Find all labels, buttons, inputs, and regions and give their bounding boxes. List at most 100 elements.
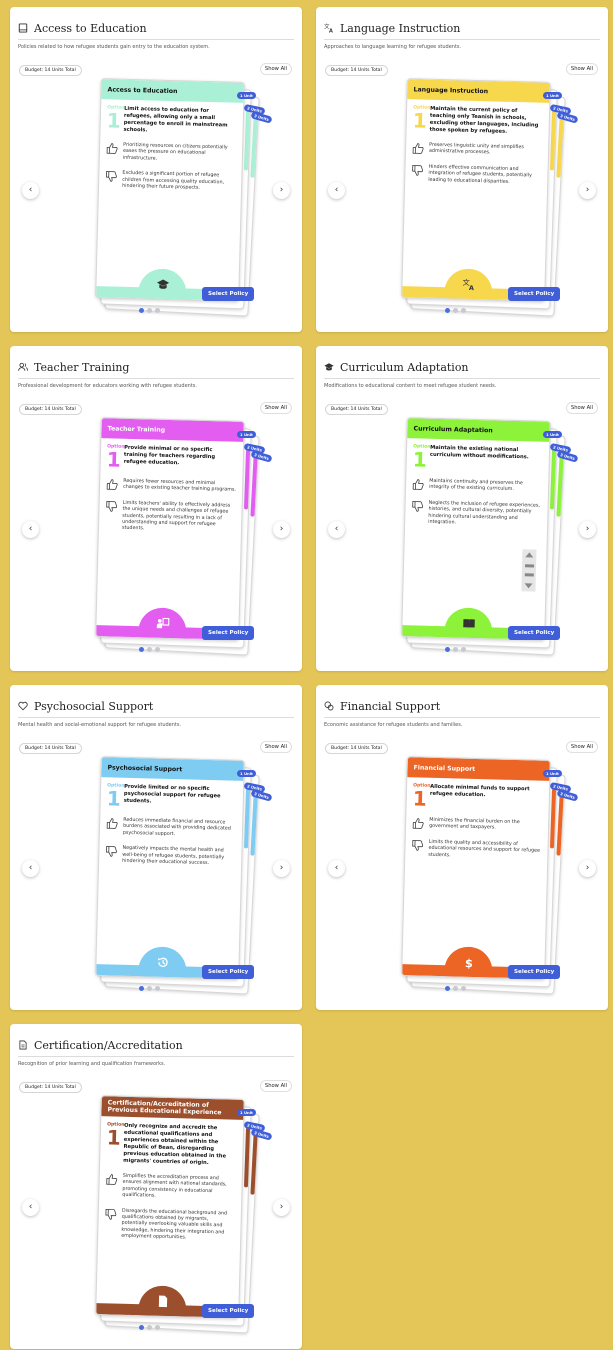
next-arrow-icon[interactable]: › [273,182,290,199]
policy-panel: 文A Language Instruction Approaches to la… [316,7,608,332]
prev-arrow-icon[interactable]: ‹ [328,860,345,877]
next-arrow-icon[interactable]: › [579,182,596,199]
policy-panel: Psychosocial Support Mental health and s… [10,685,302,1010]
carousel-dots [445,986,466,991]
show-all-button[interactable]: Show All [565,741,598,753]
scroll-thumb[interactable] [524,564,534,568]
unit-tab-1[interactable]: 1 Unit [237,431,256,438]
carousel-dot[interactable] [139,308,144,313]
svg-text:A: A [329,28,333,33]
prev-arrow-icon[interactable]: ‹ [328,182,345,199]
carousel-dot[interactable] [461,986,466,991]
next-arrow-icon[interactable]: › [579,521,596,538]
carousel-dot[interactable] [155,1325,160,1330]
select-policy-button[interactable]: Select Policy [202,965,255,979]
panel-description: Recognition of prior learning and qualif… [18,1061,166,1067]
panel-title: Access to Education [18,17,294,40]
carousel-dot[interactable] [147,647,152,652]
option-text: Maintain the existing national curriculu… [429,444,529,461]
unit-tab-1[interactable]: 1 Unit [237,92,256,99]
budget-badge: Budget: 14 Units Total [19,65,82,76]
card-stack: Psychosocial Support Option 1 Provide li… [95,755,273,995]
carousel-dot[interactable] [445,308,450,313]
carousel-dot[interactable] [461,308,466,313]
show-all-button[interactable]: Show All [565,402,598,414]
option-text: Provide minimal or no specific training … [123,444,216,467]
carousel-dot[interactable] [147,986,152,991]
carousel-dot[interactable] [147,1325,152,1330]
panel-title-text: Language Instruction [340,21,461,35]
carousel-dot[interactable] [139,647,144,652]
policy-card[interactable]: Financial Support Option 1 Allocate mini… [401,756,551,980]
show-all-button[interactable]: Show All [259,741,292,753]
unit-tab-1[interactable]: 1 Unit [237,770,256,777]
card-scrollbar[interactable] [521,549,537,592]
prev-arrow-icon[interactable]: ‹ [22,521,39,538]
prev-arrow-icon[interactable]: ‹ [328,521,345,538]
option-number: 1 [106,108,122,133]
policy-card[interactable]: Access to Education Option 1 Limit acces… [95,78,245,302]
option-number: 1 [106,447,122,472]
policy-card[interactable]: Curriculum Adaptation Option 1 Maintain … [401,417,551,641]
option-text: Allocate minimal funds to support refuge… [429,783,530,799]
carousel-dot[interactable] [147,308,152,313]
prev-arrow-icon[interactable]: ‹ [22,182,39,199]
next-arrow-icon[interactable]: › [273,860,290,877]
scroll-down-icon[interactable] [524,583,533,589]
card-header: Curriculum Adaptation [407,418,550,442]
carousel-dot[interactable] [453,986,458,991]
carousel-dot[interactable] [445,647,450,652]
carousel-dot[interactable] [155,308,160,313]
scroll-thumb[interactable] [524,573,534,577]
unit-tab-1[interactable]: 1 Unit [237,1109,256,1116]
prev-arrow-icon[interactable]: ‹ [22,860,39,877]
carousel-dot[interactable] [445,986,450,991]
option-text: Limit access to education for refugees, … [123,105,228,134]
con-text: Neglects the inclusion of refugee experi… [428,500,541,526]
select-policy-button[interactable]: Select Policy [508,626,561,640]
prev-arrow-icon[interactable]: ‹ [22,1199,39,1216]
panel-title-text: Financial Support [340,699,441,713]
panel-title: Teacher Training [18,356,294,379]
carousel-dot[interactable] [453,308,458,313]
budget-badge: Budget: 14 Units Total [325,743,388,754]
card-stack: Financial Support Option 1 Allocate mini… [401,755,579,995]
select-policy-button[interactable]: Select Policy [508,287,561,301]
unit-tab-1[interactable]: 1 Unit [543,92,562,99]
carousel-dot[interactable] [139,986,144,991]
thumbs-down-icon [105,500,118,512]
scroll-up-icon[interactable] [525,552,534,558]
footer-badge [138,1285,187,1317]
select-policy-button[interactable]: Select Policy [202,1304,255,1318]
next-arrow-icon[interactable]: › [273,1199,290,1216]
panel-title: Psychosocial Support [18,695,294,718]
next-arrow-icon[interactable]: › [273,521,290,538]
unit-tab-1[interactable]: 1 Unit [543,770,562,777]
unit-tab-1[interactable]: 1 Unit [543,431,562,438]
footer-badge [444,607,493,639]
carousel-dot[interactable] [155,647,160,652]
carousel-dot[interactable] [461,647,466,652]
policy-card[interactable]: Language Instruction Option 1 Maintain t… [401,78,551,302]
show-all-button[interactable]: Show All [259,63,292,75]
show-all-button[interactable]: Show All [259,402,292,414]
carousel-dots [139,308,160,313]
show-all-button[interactable]: Show All [565,63,598,75]
policy-card[interactable]: Psychosocial Support Option 1 Provide li… [95,756,245,980]
footer-badge: $ [444,946,493,978]
select-policy-button[interactable]: Select Policy [202,626,255,640]
carousel-dot[interactable] [155,986,160,991]
con-row: Disregards the educational background an… [104,1208,235,1243]
policy-card[interactable]: Teacher Training Option 1 Provide minima… [95,417,245,641]
select-policy-button[interactable]: Select Policy [508,965,561,979]
next-arrow-icon[interactable]: › [579,860,596,877]
select-policy-button[interactable]: Select Policy [202,287,255,301]
pro-text: Reduces immediate financial and resource… [122,817,231,837]
policy-card[interactable]: Certification/Accreditation of Previous … [95,1095,245,1319]
carousel-dot[interactable] [453,647,458,652]
card-header: Psychosocial Support [101,757,244,781]
show-all-button[interactable]: Show All [259,1080,292,1092]
carousel-dot[interactable] [139,1325,144,1330]
panel-description: Mental health and social-emotional suppo… [18,722,182,728]
panel-title: Curriculum Adaptation [324,356,600,379]
